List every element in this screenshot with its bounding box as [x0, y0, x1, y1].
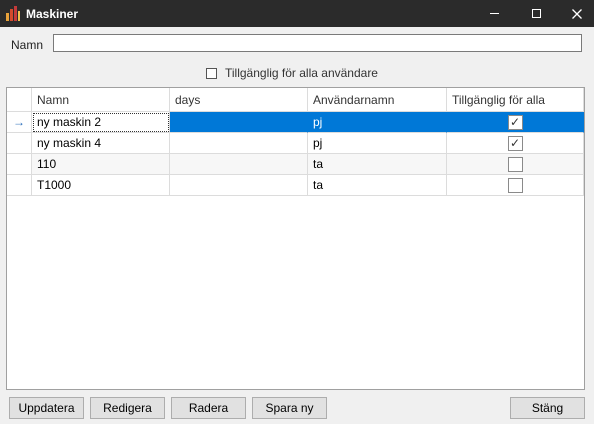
check-icon: ✓ [509, 136, 521, 150]
cell-user[interactable]: pj [308, 133, 447, 154]
minimize-icon [489, 13, 499, 14]
update-button[interactable]: Uppdatera [9, 397, 84, 419]
cell-namn[interactable]: ny maskin 2 [32, 112, 170, 133]
available-checkbox[interactable]: ✓ [507, 114, 523, 130]
close-window-button[interactable] [557, 0, 594, 27]
available-all-checkbox[interactable]: Tillgänglig för alla användare [206, 66, 378, 80]
cell-available[interactable]: ✓ [447, 133, 584, 154]
name-input[interactable] [53, 34, 582, 52]
arrow-right-icon: → [13, 115, 25, 129]
cell-user[interactable]: ta [308, 154, 447, 175]
row-header[interactable] [7, 133, 32, 154]
cell-namn[interactable]: 110 [32, 154, 170, 175]
cell-available[interactable] [447, 154, 584, 175]
cell-user[interactable]: pj [308, 112, 447, 133]
name-label: Namn [11, 38, 44, 52]
maximize-icon [531, 9, 541, 18]
cell-user[interactable]: ta [308, 175, 447, 196]
cell-days[interactable] [170, 154, 308, 175]
edit-button[interactable]: Redigera [90, 397, 165, 419]
window-title: Maskiner [26, 7, 79, 21]
available-all-box[interactable] [206, 67, 217, 79]
row-header[interactable] [7, 154, 32, 175]
app-chart-icon [6, 6, 20, 21]
available-checkbox[interactable] [507, 177, 523, 193]
check-icon: ✓ [509, 115, 521, 129]
row-header[interactable]: → [7, 112, 32, 133]
row-header[interactable] [7, 175, 32, 196]
table-row[interactable]: T1000 ta [7, 175, 584, 196]
save-new-button[interactable]: Spara ny [252, 397, 327, 419]
minimize-button[interactable] [474, 0, 514, 27]
available-checkbox[interactable] [507, 156, 523, 172]
available-all-label: Tillgänglig för alla användare [225, 66, 378, 80]
row-header-corner [7, 88, 32, 112]
title-bar: Maskiner [0, 0, 594, 27]
column-header-days[interactable]: days [170, 88, 308, 112]
cell-days[interactable] [170, 112, 308, 133]
delete-button[interactable]: Radera [171, 397, 246, 419]
grid-header: Namn days Användarnamn Tillgänglig för a… [7, 88, 584, 112]
maximize-button[interactable] [516, 0, 556, 27]
cell-days[interactable] [170, 175, 308, 196]
cell-namn[interactable]: T1000 [32, 175, 170, 196]
table-row[interactable]: → ny maskin 2 pj ✓ [7, 112, 584, 133]
cell-available[interactable]: ✓ [447, 112, 584, 133]
cell-available[interactable] [447, 175, 584, 196]
column-header-available[interactable]: Tillgänglig för alla [447, 88, 584, 112]
available-checkbox[interactable]: ✓ [507, 135, 523, 151]
cell-days[interactable] [170, 133, 308, 154]
close-icon [572, 8, 582, 19]
machines-grid[interactable]: Namn days Användarnamn Tillgänglig för a… [6, 87, 585, 390]
cell-namn[interactable]: ny maskin 4 [32, 133, 170, 154]
column-header-namn[interactable]: Namn [32, 88, 170, 112]
column-header-user[interactable]: Användarnamn [308, 88, 447, 112]
table-row[interactable]: ny maskin 4 pj ✓ [7, 133, 584, 154]
table-row[interactable]: 110 ta [7, 154, 584, 175]
close-button[interactable]: Stäng [510, 397, 585, 419]
